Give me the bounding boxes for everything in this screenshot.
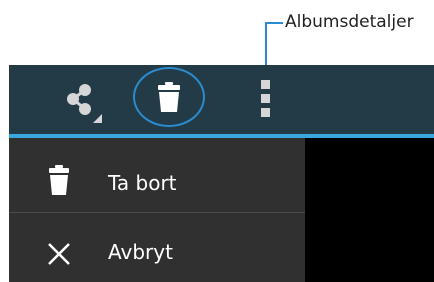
menu-item-delete-label: Ta bort — [108, 171, 177, 195]
close-icon — [48, 243, 70, 265]
share-icon — [67, 84, 102, 123]
share-button[interactable] — [62, 82, 108, 126]
menu-item-cancel[interactable]: Avbryt — [9, 214, 305, 282]
menu-item-cancel-label: Avbryt — [108, 240, 173, 264]
trash-icon — [158, 82, 180, 112]
trash-icon — [49, 165, 69, 195]
callout-leader-horizontal — [265, 22, 283, 24]
overflow-menu-icon — [261, 80, 270, 117]
overflow-menu-button[interactable] — [258, 80, 274, 118]
callout-label: Albumsdetaljer — [285, 12, 414, 32]
delete-button[interactable] — [156, 82, 182, 112]
menu-background-gap — [305, 138, 434, 282]
menu-item-delete[interactable]: Ta bort — [9, 146, 305, 214]
